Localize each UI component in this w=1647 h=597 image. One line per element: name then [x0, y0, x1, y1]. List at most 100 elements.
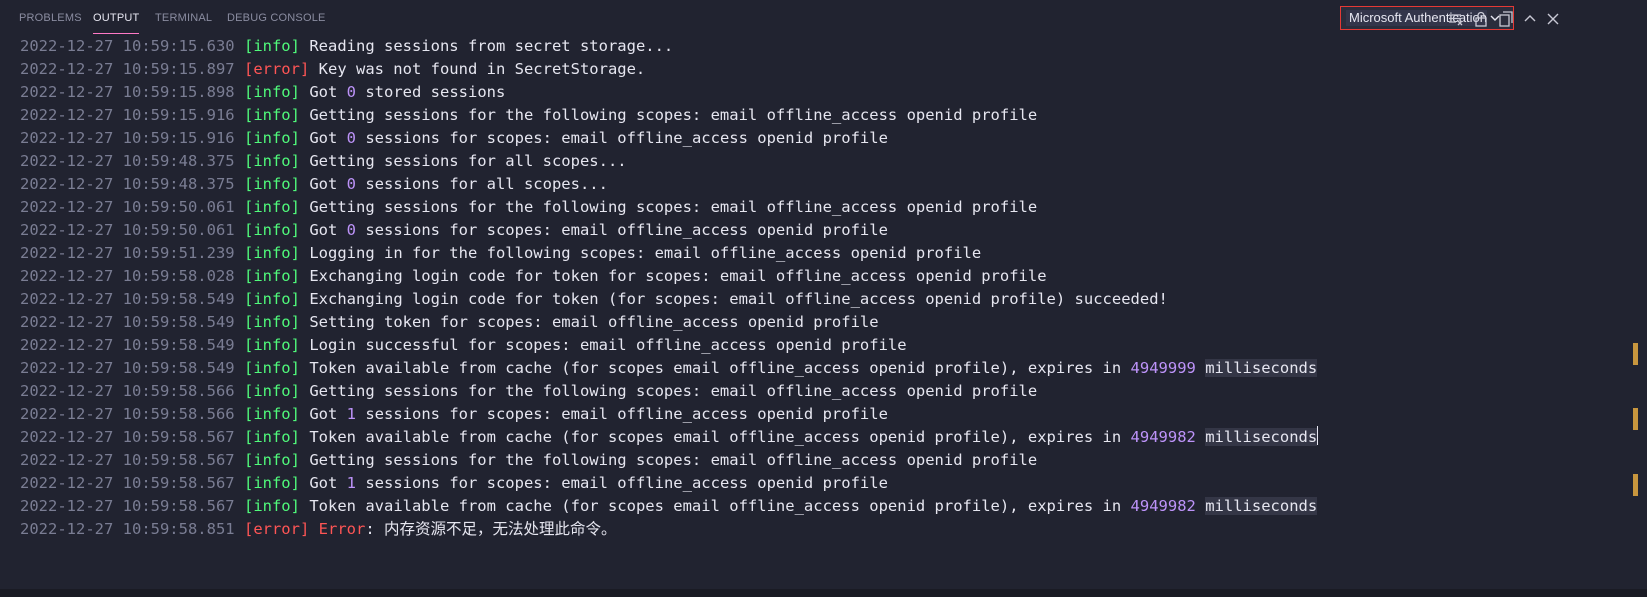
- log-line: 2022-12-27 10:59:58.851 [error] Error: 内…: [20, 518, 1318, 541]
- log-line: 2022-12-27 10:59:15.916 [info] Got 0 ses…: [20, 127, 1318, 150]
- log-message-text: Exchanging login code for token for scop…: [309, 267, 1047, 285]
- log-message-text: Key was not found in SecretStorage.: [318, 60, 646, 78]
- log-timestamp: 2022-12-27 10:59:58.549: [20, 359, 235, 377]
- open-in-editor-icon[interactable]: [1497, 10, 1515, 28]
- log-message-text: Setting token for scopes: email offline_…: [309, 313, 879, 331]
- log-number: 4949982: [1130, 428, 1196, 446]
- scrollbar-highlight-marker: [1633, 408, 1638, 430]
- log-timestamp: 2022-12-27 10:59:58.567: [20, 474, 235, 492]
- log-number: 0: [346, 175, 356, 193]
- maximize-panel-icon[interactable]: [1521, 10, 1539, 28]
- log-line: 2022-12-27 10:59:58.567 [info] Getting s…: [20, 449, 1318, 472]
- output-channel-value: Microsoft Authentication: [1346, 10, 1487, 26]
- log-timestamp: 2022-12-27 10:59:58.549: [20, 336, 235, 354]
- log-timestamp: 2022-12-27 10:59:58.851: [20, 520, 235, 538]
- log-level-info: [info]: [243, 152, 300, 170]
- log-level-error: [error]: [243, 60, 310, 78]
- log-timestamp: 2022-12-27 10:59:58.566: [20, 382, 235, 400]
- log-line: 2022-12-27 10:59:58.028 [info] Exchangin…: [20, 265, 1318, 288]
- log-line: 2022-12-27 10:59:48.375 [info] Got 0 ses…: [20, 173, 1318, 196]
- log-message-text: milliseconds: [1205, 428, 1318, 446]
- log-timestamp: 2022-12-27 10:59:58.549: [20, 290, 235, 308]
- log-timestamp: 2022-12-27 10:59:58.566: [20, 405, 235, 423]
- tab-problems[interactable]: PROBLEMS: [19, 12, 82, 34]
- log-level-info: [info]: [243, 37, 300, 55]
- log-timestamp: 2022-12-27 10:59:58.549: [20, 313, 235, 331]
- log-message-text: [1196, 428, 1205, 446]
- log-level-info: [info]: [243, 405, 300, 423]
- log-message-text: : 内存资源不足，无法处理此命令。: [365, 520, 617, 538]
- log-message-text: Getting sessions for the following scope…: [309, 382, 1038, 400]
- log-line: 2022-12-27 10:59:48.375 [info] Getting s…: [20, 150, 1318, 173]
- log-timestamp: 2022-12-27 10:59:15.898: [20, 83, 235, 101]
- log-level-info: [info]: [243, 474, 300, 492]
- log-message-text: Getting sessions for the following scope…: [309, 106, 1038, 124]
- log-message-text: Login successful for scopes: email offli…: [309, 336, 907, 354]
- log-message-text: Got: [309, 83, 347, 101]
- panel-bottom-edge: [0, 589, 1647, 597]
- log-line: 2022-12-27 10:59:58.566 [info] Getting s…: [20, 380, 1318, 403]
- log-timestamp: 2022-12-27 10:59:50.061: [20, 198, 235, 216]
- clear-output-icon[interactable]: [1447, 10, 1465, 28]
- log-message-text: [1196, 359, 1205, 377]
- log-number: 1: [346, 474, 356, 492]
- log-line: 2022-12-27 10:59:58.566 [info] Got 1 ses…: [20, 403, 1318, 426]
- log-message-text: Getting sessions for the following scope…: [309, 198, 1038, 216]
- output-log[interactable]: 2022-12-27 10:59:15.630 [info] Reading s…: [20, 35, 1319, 541]
- lock-scroll-icon[interactable]: [1472, 10, 1490, 28]
- log-line: 2022-12-27 10:59:50.061 [info] Getting s…: [20, 196, 1318, 219]
- log-level-info: [info]: [243, 129, 300, 147]
- log-level-info: [info]: [243, 497, 300, 515]
- log-message-text: Got: [309, 474, 347, 492]
- log-level-info: [info]: [243, 198, 300, 216]
- log-timestamp: 2022-12-27 10:59:58.567: [20, 451, 235, 469]
- log-timestamp: 2022-12-27 10:59:58.028: [20, 267, 235, 285]
- log-message-text: Token available from cache (for scopes e…: [309, 497, 1131, 515]
- log-line: 2022-12-27 10:59:58.567 [info] Token ava…: [20, 495, 1318, 518]
- log-line: 2022-12-27 10:59:50.061 [info] Got 0 ses…: [20, 219, 1318, 242]
- log-line: 2022-12-27 10:59:58.549 [info] Exchangin…: [20, 288, 1318, 311]
- log-level-info: [info]: [243, 267, 300, 285]
- log-level-info: [info]: [243, 221, 300, 239]
- close-panel-icon[interactable]: [1544, 10, 1562, 28]
- log-line: 2022-12-27 10:59:58.567 [info] Token ava…: [20, 426, 1319, 449]
- log-message-text: Reading sessions from secret storage...: [309, 37, 674, 55]
- log-line: 2022-12-27 10:59:58.567 [info] Got 1 ses…: [20, 472, 1318, 495]
- log-timestamp: 2022-12-27 10:59:15.916: [20, 129, 235, 147]
- log-level-info: [info]: [243, 313, 300, 331]
- tab-terminal[interactable]: TERMINAL: [155, 12, 212, 34]
- log-line: 2022-12-27 10:59:15.916 [info] Getting s…: [20, 104, 1318, 127]
- log-level-info: [info]: [243, 451, 300, 469]
- log-message-text: Getting sessions for the following scope…: [309, 451, 1038, 469]
- vertical-scrollbar[interactable]: [1632, 34, 1647, 590]
- output-panel: PROBLEMS OUTPUT TERMINAL DEBUG CONSOLE M…: [0, 0, 1647, 597]
- log-timestamp: 2022-12-27 10:59:50.061: [20, 221, 235, 239]
- log-line: 2022-12-27 10:59:58.549 [info] Token ava…: [20, 357, 1318, 380]
- log-timestamp: 2022-12-27 10:59:48.375: [20, 175, 235, 193]
- log-timestamp: 2022-12-27 10:59:15.630: [20, 37, 235, 55]
- log-level-info: [info]: [243, 106, 300, 124]
- log-message-text: Token available from cache (for scopes e…: [309, 428, 1131, 446]
- tab-output[interactable]: OUTPUT: [93, 12, 140, 34]
- log-message-text: Got: [309, 129, 347, 147]
- log-message-text: Error: [318, 520, 366, 538]
- log-timestamp: 2022-12-27 10:59:58.567: [20, 428, 235, 446]
- log-message-text: Exchanging login code for token (for sco…: [309, 290, 1168, 308]
- text-cursor: [1317, 426, 1319, 445]
- log-message-text: sessions for scopes: email offline_acces…: [356, 129, 888, 147]
- log-timestamp: 2022-12-27 10:59:51.239: [20, 244, 235, 262]
- log-number: 4949982: [1130, 497, 1196, 515]
- log-message-text: [1196, 497, 1205, 515]
- log-number: 4949999: [1130, 359, 1196, 377]
- tab-debug-console[interactable]: DEBUG CONSOLE: [227, 12, 326, 34]
- log-message-text: sessions for scopes: email offline_acces…: [356, 474, 888, 492]
- log-number: 0: [346, 129, 356, 147]
- log-timestamp: 2022-12-27 10:59:15.897: [20, 60, 235, 78]
- panel-tab-bar: PROBLEMS OUTPUT TERMINAL DEBUG CONSOLE M…: [0, 0, 1647, 34]
- log-message-text: Token available from cache (for scopes e…: [309, 359, 1131, 377]
- log-message-text: stored sessions: [356, 83, 506, 101]
- log-message-text: Getting sessions for all scopes...: [309, 152, 627, 170]
- log-message-text: sessions for scopes: email offline_acces…: [356, 405, 888, 423]
- log-message-text: Got: [309, 175, 347, 193]
- log-message-text: Got: [309, 221, 347, 239]
